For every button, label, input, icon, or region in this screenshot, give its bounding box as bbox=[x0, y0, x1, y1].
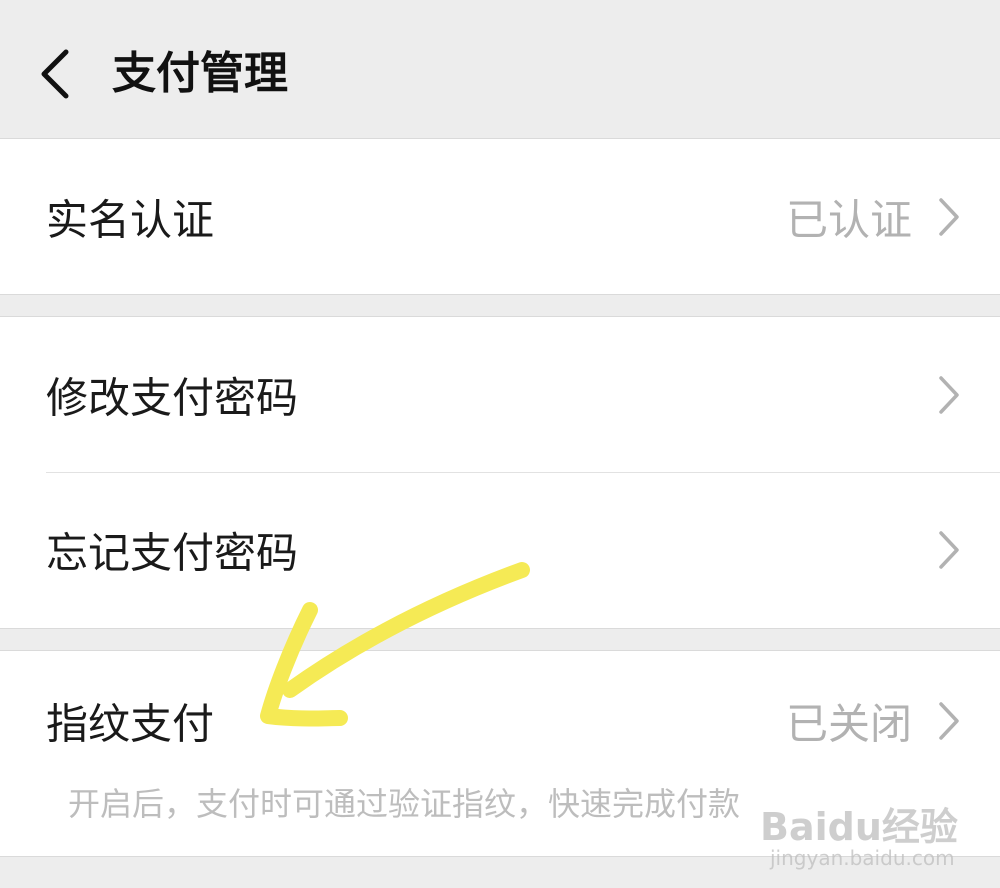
row-label: 修改支付密码 bbox=[46, 373, 299, 422]
row-change-payment-password[interactable]: 修改支付密码 bbox=[0, 317, 1000, 472]
page-title: 支付管理 bbox=[112, 48, 288, 99]
row-label: 忘记支付密码 bbox=[46, 528, 299, 577]
row-forgot-payment-password[interactable]: 忘记支付密码 bbox=[0, 472, 1000, 627]
chevron-left-icon bbox=[41, 49, 69, 99]
row-status: 已关闭 bbox=[785, 699, 912, 749]
row-real-name-verification[interactable]: 实名认证 已认证 bbox=[0, 139, 1000, 294]
row-status: 已认证 bbox=[785, 195, 912, 244]
group-verification: 实名认证 已认证 bbox=[0, 138, 1000, 295]
fingerprint-hint: 开启后，支付时可通过验证指纹，快速完成付款 bbox=[68, 785, 741, 823]
chevron-right-icon bbox=[939, 702, 959, 740]
chevron-right-icon bbox=[939, 375, 959, 414]
row-label: 实名认证 bbox=[46, 195, 215, 244]
chevron-right-icon bbox=[939, 530, 959, 569]
chevron-right-icon bbox=[939, 197, 959, 236]
watermark-url: jingyan.baidu.com bbox=[770, 846, 955, 870]
group-password: 修改支付密码 忘记支付密码 bbox=[0, 316, 1000, 629]
nav-bar: 支付管理 bbox=[0, 0, 1000, 139]
watermark: Baidu经验 jingyan.baidu.com bbox=[760, 796, 960, 876]
row-label: 指纹支付 bbox=[46, 699, 215, 749]
row-fingerprint-payment[interactable]: 指纹支付 已关闭 bbox=[0, 651, 1000, 791]
back-button[interactable] bbox=[30, 44, 90, 104]
watermark-logo: Baidu经验 bbox=[760, 805, 958, 849]
